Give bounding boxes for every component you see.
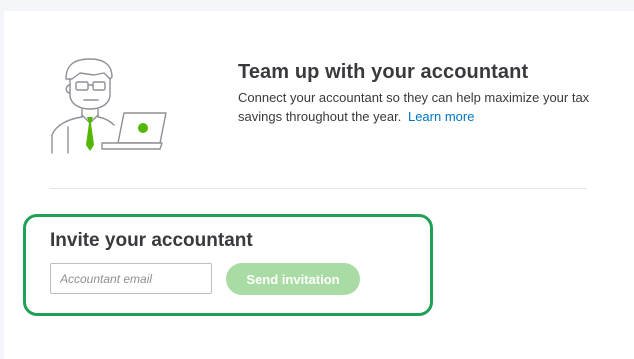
learn-more-link[interactable]: Learn more (408, 109, 474, 124)
accountant-email-input[interactable] (50, 263, 212, 294)
page-title: Team up with your accountant (238, 61, 529, 83)
hero-section: Team up with your accountant Connect you… (238, 60, 598, 126)
invite-title: Invite your accountant (50, 230, 253, 251)
send-invitation-button[interactable]: Send invitation (226, 263, 360, 295)
section-divider (50, 188, 587, 189)
hero-description: Connect your accountant so they can help… (238, 88, 598, 126)
accountant-illustration (51, 58, 167, 154)
